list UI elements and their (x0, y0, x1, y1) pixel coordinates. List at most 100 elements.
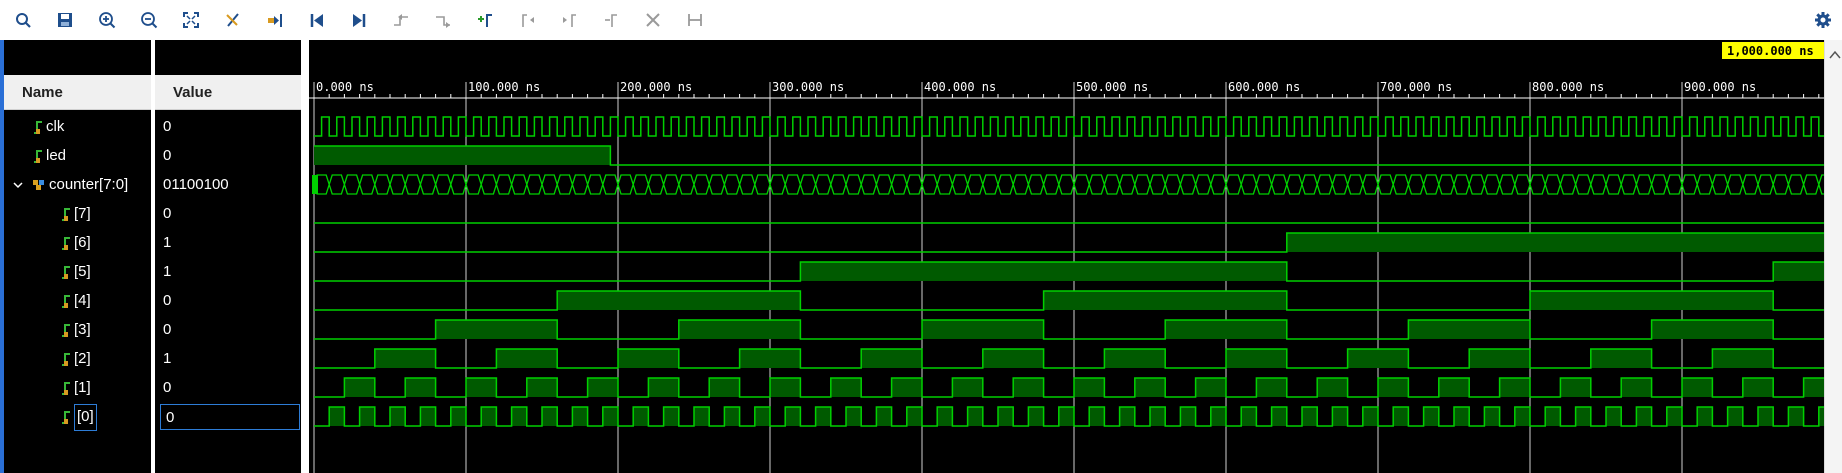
wave-1-high-fill (1438, 378, 1470, 397)
wave-0-high-fill (329, 407, 345, 426)
wave-0-high-fill (511, 407, 527, 426)
wave-0-high-fill (572, 407, 588, 426)
wave-4-high-fill (557, 291, 801, 310)
wave-2-high-fill (496, 349, 558, 368)
signal-name-clk[interactable]: clk (46, 112, 64, 141)
marker-icon (226, 13, 239, 27)
add-marker-button[interactable] (470, 6, 500, 34)
signal-name-3[interactable]: [3] (74, 315, 91, 344)
value-column-header[interactable]: Value (155, 75, 301, 110)
wave-0-high-fill (602, 407, 618, 426)
wave-0-high-fill (1028, 407, 1044, 426)
signal-name-0[interactable]: [0] (74, 404, 97, 431)
wave-2-high-fill (861, 349, 922, 368)
previous-transition-button[interactable] (386, 6, 416, 34)
pane-divider[interactable] (301, 40, 309, 473)
wave-0-high-fill (1727, 407, 1743, 426)
signal-name-1[interactable]: [1] (74, 373, 91, 402)
signal-value-3: 0 (163, 321, 172, 338)
wave-1-high-fill (770, 378, 801, 397)
wave-0-high-fill (906, 407, 922, 426)
wave-1-high-fill (1195, 378, 1226, 397)
wave-1-high-fill (466, 378, 497, 397)
search-button[interactable] (8, 6, 38, 34)
next-transition-button[interactable] (428, 6, 458, 34)
save-button[interactable] (50, 6, 80, 34)
go-to-last-time-button[interactable] (344, 6, 374, 34)
signal-name-6[interactable]: [6] (74, 228, 91, 257)
wave-0-high-fill (450, 407, 466, 426)
swap-cursors-button[interactable] (596, 6, 626, 34)
settings-button[interactable] (1808, 6, 1838, 34)
zoom-fit-button[interactable] (176, 6, 206, 34)
signal-value-4: 0 (163, 292, 172, 309)
zoom-fit-icon (183, 12, 199, 28)
next-marker-button[interactable] (554, 6, 584, 34)
go-to-time-zero-icon (310, 14, 323, 27)
zoom-out-button[interactable] (134, 6, 164, 34)
vertical-scrollbar[interactable] (1824, 40, 1842, 473)
time-tick-label: 100.000 ns (468, 80, 540, 94)
go-to-time-zero-button[interactable] (302, 6, 332, 34)
wave-0-high-fill (1089, 407, 1105, 426)
next-marker-icon (563, 14, 576, 27)
wave-1-high-fill (344, 378, 375, 397)
wave-1-high-fill (405, 378, 436, 397)
wave-1-high-fill (1134, 378, 1166, 397)
time-tick-label: 700.000 ns (1380, 80, 1452, 94)
signal-name-counter70[interactable]: counter[7:0] (49, 170, 128, 199)
previous-marker-button[interactable] (512, 6, 542, 34)
signal-name-4[interactable]: [4] (74, 286, 91, 315)
go-to-cursor-icon (268, 14, 282, 27)
time-tick-label: 600.000 ns (1228, 80, 1300, 94)
scroll-up-icon[interactable] (1826, 46, 1842, 66)
waveform-viewer[interactable]: 0.000 ns 100.000 ns 200.000 ns 300.000 ns 40… (309, 40, 1824, 473)
wave-1-high-fill (1499, 378, 1530, 397)
wave-0-high-fill (542, 407, 558, 426)
wave-4-high-fill (1530, 291, 1774, 310)
wave-0-high-fill (1119, 407, 1135, 426)
gear-icon (1815, 12, 1831, 28)
wave-0-high-fill (846, 407, 862, 426)
logic-signal-icon (60, 235, 72, 255)
wave-0-high-fill (1545, 407, 1561, 426)
logic-signal-icon (60, 322, 72, 342)
wave-1-high-fill (891, 378, 922, 397)
expand-chevron-icon[interactable] (12, 170, 24, 199)
wave-2-high-fill (1104, 349, 1166, 368)
wave-0-high-fill (876, 407, 892, 426)
time-tick-label: 0.000 ns (316, 80, 374, 94)
signal-name-2[interactable]: [2] (74, 344, 91, 373)
wave-0-high-fill (1606, 407, 1622, 426)
wave-2-high-fill (1712, 349, 1774, 368)
wave-0-high-fill (390, 407, 406, 426)
signal-name-5[interactable]: [5] (74, 257, 91, 286)
swap-cursors-icon (605, 14, 617, 27)
time-tick-label: 300.000 ns (772, 80, 844, 94)
wave-0-high-fill (359, 407, 375, 426)
marker-button[interactable] (218, 6, 248, 34)
wave-0-high-fill (1666, 407, 1682, 426)
wave-0-high-fill (1514, 407, 1530, 426)
signal-value-0[interactable]: 0 (160, 404, 300, 430)
toolbar (0, 0, 1842, 41)
wave-0-high-fill (967, 407, 983, 426)
wave-1-high-fill (1013, 378, 1044, 397)
delete-button[interactable] (638, 6, 668, 34)
wave-1-high-fill (830, 378, 862, 397)
wave-0-high-fill (1636, 407, 1652, 426)
signal-value-clk: 0 (163, 118, 172, 135)
go-to-cursor-button[interactable] (260, 6, 290, 34)
wave-2-high-fill (618, 349, 679, 368)
wave-0-high-fill (998, 407, 1014, 426)
zoom-in-button[interactable] (92, 6, 122, 34)
wave-0-high-fill (1393, 407, 1409, 426)
name-column-header[interactable]: Name (4, 75, 151, 110)
signal-name-7[interactable]: [7] (74, 199, 91, 228)
signal-name-led[interactable]: led (46, 141, 66, 170)
wave-1-high-fill (1074, 378, 1105, 397)
logic-signal-icon (60, 206, 72, 226)
wave-1-high-fill (1560, 378, 1591, 397)
wave-5-high-fill (1773, 262, 1824, 281)
link-button[interactable] (680, 6, 710, 34)
